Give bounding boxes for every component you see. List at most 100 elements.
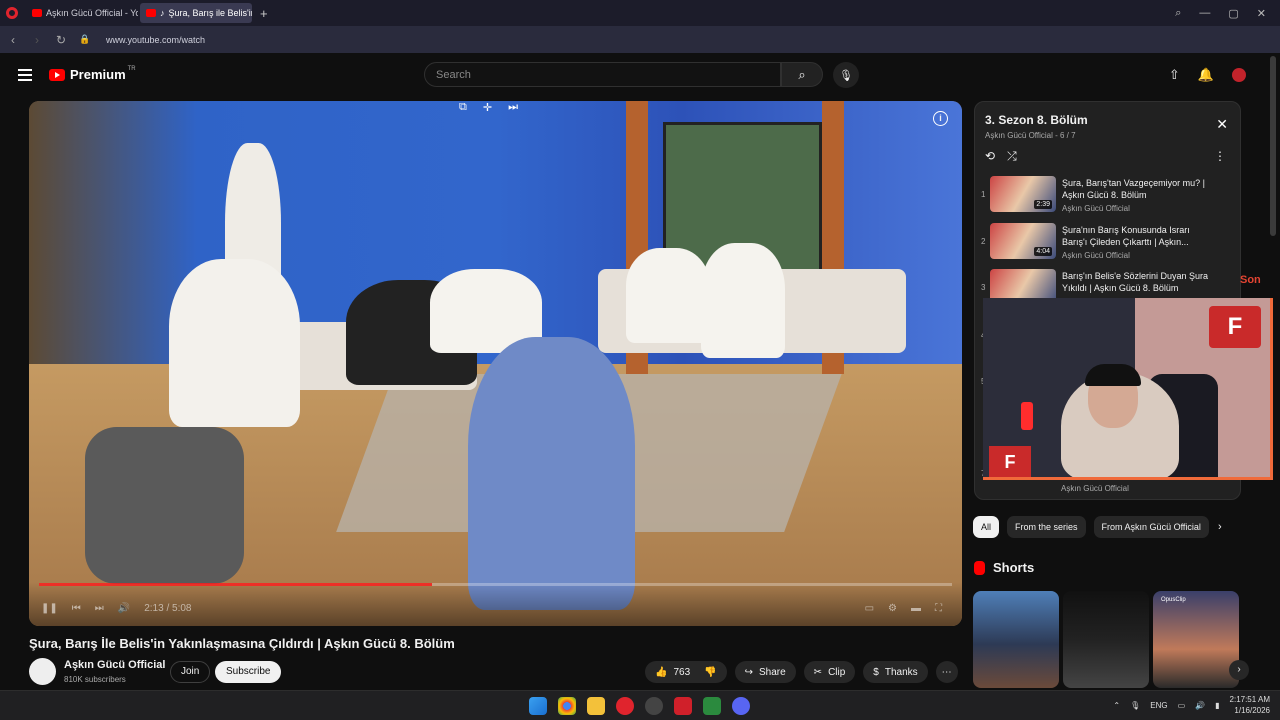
video-frame-person — [168, 258, 300, 427]
search-tabs-icon[interactable]: ⌕ — [1175, 7, 1181, 20]
channel-name[interactable]: Aşkın Gücü Official — [64, 659, 165, 671]
short-thumbnail[interactable] — [973, 591, 1059, 688]
new-tab-button[interactable]: + — [260, 6, 268, 21]
scissors-icon: ✂ — [813, 666, 823, 678]
minimize-button[interactable]: — — [1199, 7, 1210, 19]
video-player[interactable]: ⧉ ✛ ⏭ i ❚❚ ⏮ ⏭ 🔊 2:13 / 5:08 ▭ ⚙ ▬ ⛶ — [29, 101, 962, 626]
progress-fill — [39, 583, 432, 586]
discord-icon[interactable] — [732, 697, 750, 715]
page-scrollbar[interactable] — [1270, 56, 1276, 236]
thumbs-up-icon: 👍 — [655, 666, 668, 678]
playlist-item-channel: Aşkın Gücü Official — [1061, 484, 1129, 493]
short-thumbnail[interactable] — [1063, 591, 1149, 688]
windows-taskbar: ⌃ 🎙 ENG ▭ 🔊 ▮ 2:17:51 AM 1/16/2026 — [0, 690, 1280, 720]
reload-button[interactable]: ↻ — [50, 33, 72, 47]
language-indicator[interactable]: ENG — [1150, 701, 1167, 710]
pip-icon[interactable]: ⧉ — [459, 101, 467, 114]
short-thumbnail[interactable]: OpusClip — [1153, 591, 1239, 688]
clip-button[interactable]: ✂ Clip — [803, 661, 856, 683]
url-field[interactable]: www.youtube.com/watch — [106, 35, 205, 45]
youtube-favicon-icon — [32, 9, 42, 17]
tab-label: Şura, Barış ile Belis'in — [168, 8, 253, 18]
playlist-item-channel: Aşkın Gücü Official — [1062, 204, 1130, 213]
upload-icon[interactable]: ⇧ — [1169, 67, 1180, 83]
video-actions: 👍 763 👎 ↪ Share ✂ Clip $ Thanks ⋯ — [645, 661, 958, 683]
chip-from-channel[interactable]: From Aşkın Gücü Official — [1093, 516, 1209, 538]
short-watermark: OpusClip — [1161, 597, 1186, 603]
more-actions-button[interactable]: ⋯ — [935, 661, 958, 683]
file-explorer-icon[interactable] — [587, 697, 605, 715]
info-icon[interactable]: i — [933, 111, 948, 126]
playlist-item-channel: Aşkın Gücü Official — [1062, 251, 1130, 260]
theater-mode-icon[interactable]: ▬ — [911, 603, 921, 614]
chip-all[interactable]: All — [973, 516, 1000, 538]
notifications-bell-icon[interactable]: 🔔 — [1198, 67, 1214, 83]
settings-gear-icon[interactable]: ⚙ — [888, 603, 897, 614]
tab-label: Aşkın Gücü Official - YouT — [46, 8, 138, 18]
chip-from-series[interactable]: From the series — [1007, 516, 1086, 538]
video-frame-person — [467, 337, 636, 611]
clock[interactable]: 2:17:51 AM 1/16/2026 — [1230, 694, 1270, 716]
share-button[interactable]: ↪ Share — [734, 661, 796, 683]
voice-search-button[interactable]: 🎙 — [833, 62, 859, 88]
progress-bar[interactable] — [39, 583, 952, 586]
skip-icon[interactable]: ⏭ — [508, 101, 518, 114]
playlist-item-title: Şura, Barış'tan Vazgeçemiyor mu? | Aşkın… — [1062, 178, 1205, 200]
microphone-tray-icon[interactable]: 🎙 — [1130, 701, 1140, 710]
loop-icon[interactable]: ⟲ — [985, 149, 995, 164]
back-button[interactable]: ‹ — [2, 33, 24, 47]
red-app-icon[interactable] — [674, 697, 692, 715]
expand-icon[interactable]: ✛ — [483, 101, 492, 114]
search-button[interactable]: ⌕ — [781, 62, 823, 87]
like-button[interactable]: 👍 763 👎 — [645, 661, 727, 683]
opera-icon[interactable] — [616, 697, 634, 715]
playlist-thumbnail: 2:39 — [990, 176, 1056, 212]
network-icon[interactable]: ▭ — [1178, 701, 1186, 710]
previous-icon[interactable]: ⏮ — [72, 603, 81, 614]
volume-tray-icon[interactable]: 🔊 — [1195, 701, 1205, 710]
channel-avatar[interactable] — [29, 658, 56, 685]
system-tray: ⌃ 🎙 ENG ▭ 🔊 ▮ 2:17:51 AM 1/16/2026 — [1113, 694, 1270, 716]
chevron-up-icon[interactable]: ⌃ — [1113, 701, 1120, 710]
green-app-icon[interactable] — [703, 697, 721, 715]
captions-icon[interactable]: ▭ — [865, 603, 874, 614]
like-count: 763 — [673, 666, 691, 678]
thanks-button[interactable]: $ Thanks — [863, 661, 928, 683]
subscribe-button[interactable]: Subscribe — [215, 661, 282, 683]
opera-logo-icon[interactable] — [6, 7, 18, 19]
super-thanks-icon: $ — [873, 666, 879, 678]
fullscreen-icon[interactable]: ⛶ — [935, 603, 942, 614]
playlist-channel[interactable]: Aşkın Gücü Official — [985, 131, 1053, 140]
tab-channel[interactable]: Aşkın Gücü Official - YouT — [26, 3, 138, 23]
menu-icon[interactable] — [18, 69, 32, 84]
close-window-button[interactable]: ✕ — [1257, 7, 1266, 20]
shorts-next-button[interactable]: › — [1229, 660, 1249, 680]
maximize-button[interactable]: ▢ — [1228, 7, 1238, 20]
thumbs-down-icon[interactable]: 👎 — [704, 667, 716, 678]
next-icon[interactable]: ⏭ — [95, 603, 104, 614]
youtube-premium-logo[interactable]: Premium TR — [49, 66, 139, 82]
clock-date: 1/16/2026 — [1234, 706, 1270, 715]
playlist-item[interactable]: 2 4:04 Şura'nın Barış Konusunda Israrı B… — [975, 221, 1240, 265]
obs-icon[interactable] — [645, 697, 663, 715]
chevron-right-icon[interactable]: › — [1218, 521, 1222, 533]
video-top-controls: ⧉ ✛ ⏭ — [459, 101, 518, 114]
playlist-item[interactable]: 1 2:39 Şura, Barış'tan Vazgeçemiyor mu? … — [975, 174, 1240, 218]
webcam-person-cap — [1085, 364, 1141, 386]
playlist-more-icon[interactable]: ⋮ — [1214, 149, 1226, 163]
chrome-icon[interactable] — [558, 697, 576, 715]
pause-icon[interactable]: ❚❚ — [41, 603, 58, 614]
forward-button[interactable]: › — [26, 33, 48, 47]
volume-icon[interactable]: 🔊 — [118, 603, 130, 614]
windows-start-icon[interactable] — [529, 697, 547, 715]
playlist-title[interactable]: 3. Sezon 8. Bölüm — [985, 113, 1088, 127]
join-button[interactable]: Join — [170, 661, 211, 683]
shuffle-icon[interactable]: ⤮ — [1007, 149, 1017, 164]
time-display: 2:13 / 5:08 — [144, 603, 192, 614]
webcam-overlay: F F — [983, 298, 1273, 480]
search-input[interactable]: Search — [424, 62, 781, 87]
close-playlist-icon[interactable]: ✕ — [1216, 116, 1228, 133]
avatar[interactable] — [1232, 68, 1246, 82]
battery-icon[interactable]: ▮ — [1215, 701, 1219, 710]
tab-video[interactable]: ♪ Şura, Barış ile Belis'in — [140, 3, 252, 23]
